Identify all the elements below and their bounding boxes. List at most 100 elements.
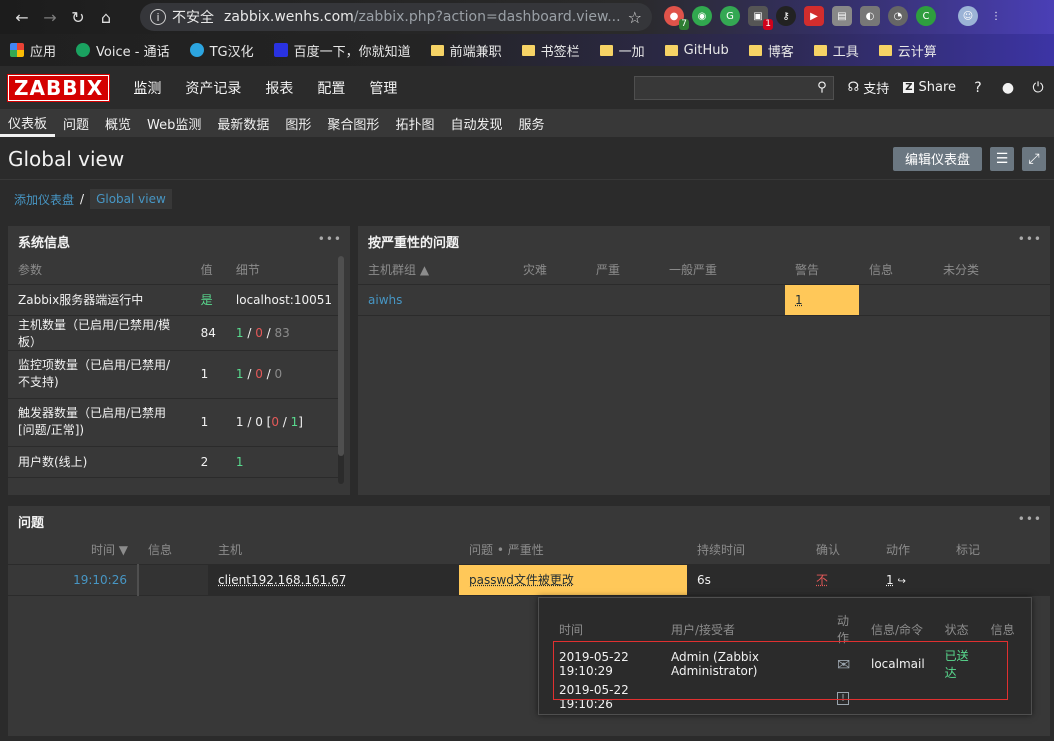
- bookmarks-bar: 应用 Voice - 通话 TG汉化 百度一下，你就知道 前端兼职 书签栏 一加…: [0, 34, 1054, 66]
- support-link[interactable]: ☊ 支持: [848, 78, 890, 97]
- submenu-graphs[interactable]: 图形: [277, 110, 319, 137]
- submenu-overview[interactable]: 概览: [97, 110, 139, 137]
- problem-time[interactable]: 19:10:26: [8, 564, 139, 596]
- menu-configuration[interactable]: 配置: [305, 66, 357, 110]
- back-icon[interactable]: ←: [8, 3, 36, 31]
- browser-toolbar: ← → ↻ ⌂ i 不安全 zabbix.wenhs.com/zabbix.ph…: [0, 0, 1054, 34]
- menu-reports[interactable]: 报表: [253, 66, 305, 110]
- search-icon[interactable]: ⚲: [817, 80, 827, 95]
- bookmark-apps[interactable]: 应用: [10, 41, 56, 60]
- share-link[interactable]: Z Share: [903, 80, 956, 95]
- warning-count[interactable]: 1: [785, 284, 859, 316]
- folder-icon: [878, 44, 892, 56]
- empty-cell: [586, 284, 659, 316]
- url-text[interactable]: zabbix.wenhs.com/zabbix.php?action=dashb…: [224, 9, 621, 25]
- extension-card-icon[interactable]: ▤: [832, 6, 852, 26]
- extension-key-icon[interactable]: ⚷: [776, 6, 796, 26]
- bookmark-folder-tools[interactable]: 工具: [813, 41, 859, 60]
- submenu-maps[interactable]: 拓扑图: [387, 110, 442, 137]
- voice-icon: [76, 43, 91, 57]
- widget-title: 按严重性的问题: [368, 235, 460, 251]
- highlight-outline: [553, 641, 1008, 700]
- forward-icon[interactable]: →: [36, 3, 64, 31]
- column-header: 值: [190, 256, 226, 285]
- value-cell: 是: [190, 284, 226, 316]
- submenu-web[interactable]: Web监测: [139, 110, 209, 137]
- empty-cell: [659, 284, 785, 316]
- bookmark-folder-frontend[interactable]: 前端兼职: [430, 41, 502, 60]
- detail-cell: 1 / 0 [0 / 1]: [225, 398, 342, 447]
- scrollbar[interactable]: [338, 256, 344, 484]
- apps-icon: [10, 43, 24, 57]
- widget-menu-icon[interactable]: •••: [1018, 512, 1042, 526]
- search-input[interactable]: ⚲: [633, 75, 834, 100]
- actions-link[interactable]: 1 ↪: [876, 564, 946, 596]
- detail-cell: 1 / 0 / 83: [225, 315, 342, 351]
- bookmark-star-icon[interactable]: ☆: [628, 8, 642, 27]
- zabbix-logo[interactable]: ZABBIX: [6, 73, 111, 102]
- folder-icon: [664, 44, 678, 56]
- submenu-discovery[interactable]: 自动发现: [442, 110, 510, 137]
- profile-avatar[interactable]: ☺: [958, 6, 978, 26]
- edit-dashboard-button[interactable]: 编辑仪表盘: [892, 146, 982, 171]
- bookmark-tg[interactable]: TG汉化: [189, 41, 254, 60]
- widget-title: 系统信息: [18, 235, 71, 251]
- submenu-latest-data[interactable]: 最新数据: [209, 110, 277, 137]
- extension-color-icon[interactable]: ● 7: [664, 6, 689, 30]
- extension-box-icon[interactable]: ▣ 1: [748, 6, 773, 30]
- column-header-time[interactable]: 时间 ▼: [8, 536, 138, 565]
- widget-title: 问题: [18, 515, 45, 531]
- extension-c-icon[interactable]: C: [916, 6, 936, 26]
- extension-chat-icon[interactable]: ◉: [692, 6, 712, 26]
- column-header: 严重: [586, 256, 659, 285]
- extension-g-icon[interactable]: G: [720, 6, 740, 26]
- info-icon[interactable]: i: [150, 9, 166, 25]
- problem-name[interactable]: passwd文件被更改: [459, 564, 687, 596]
- bookmark-folder-cloud[interactable]: 云计算: [878, 41, 937, 60]
- menu-administration[interactable]: 管理: [357, 66, 409, 110]
- detail-cell: 1: [225, 446, 342, 478]
- widget-menu-icon[interactable]: •••: [1018, 232, 1042, 246]
- submenu-services[interactable]: 服务: [510, 110, 552, 137]
- bookmark-folder-oneplus[interactable]: 一加: [599, 41, 645, 60]
- menu-monitoring[interactable]: 监测: [121, 66, 173, 110]
- submenu-problems[interactable]: 问题: [55, 110, 97, 137]
- host-group-link[interactable]: aiwhs: [358, 284, 513, 316]
- bookmark-folder-blog[interactable]: 博客: [748, 41, 794, 60]
- fullscreen-icon[interactable]: ⤢: [1022, 146, 1046, 171]
- widget-menu-icon[interactable]: •••: [318, 232, 342, 246]
- table-row: 19:10:26 client192.168.161.67 passwd文件被更…: [8, 564, 1050, 596]
- value-cell: 1: [190, 398, 226, 447]
- menu-inventory[interactable]: 资产记录: [173, 66, 253, 110]
- breadcrumb-current[interactable]: Global view: [90, 189, 172, 209]
- logout-icon[interactable]: ⏻: [1030, 80, 1046, 96]
- reload-icon[interactable]: ↻: [64, 3, 92, 31]
- column-header: 动作: [876, 536, 946, 565]
- ack-link[interactable]: 不: [806, 564, 876, 596]
- column-header: 灾难: [513, 256, 586, 285]
- extension-gauge-icon[interactable]: ◔: [888, 6, 908, 26]
- menu-kebab-icon[interactable]: ⋮: [986, 6, 1006, 26]
- headset-icon: ☊: [847, 80, 860, 95]
- column-header: 问题 • 严重性: [459, 536, 687, 565]
- system-info-widget: 系统信息 ••• 参数 值 细节 Zabbix服务器端运行中 是 localho…: [8, 226, 350, 495]
- extension-bulb-icon[interactable]: ◐: [860, 6, 880, 26]
- host-link[interactable]: client192.168.161.67: [208, 564, 459, 596]
- folder-icon: [521, 44, 535, 56]
- breadcrumb-root[interactable]: 添加仪表盘: [14, 191, 74, 208]
- column-header-host-group[interactable]: 主机群组 ▲: [358, 256, 513, 285]
- extension-video-icon[interactable]: ▶: [804, 6, 824, 26]
- bookmark-folder-bar[interactable]: 书签栏: [521, 41, 580, 60]
- bookmark-baidu[interactable]: 百度一下，你就知道: [273, 41, 411, 60]
- bookmark-voice[interactable]: Voice - 通话: [76, 41, 170, 60]
- user-profile-icon[interactable]: ●: [1000, 80, 1016, 96]
- submenu-dashboard[interactable]: 仪表板: [0, 110, 56, 137]
- address-bar[interactable]: i 不安全 zabbix.wenhs.com/zabbix.php?action…: [140, 3, 652, 31]
- telegram-icon: [189, 43, 204, 57]
- help-icon[interactable]: ?: [970, 80, 986, 96]
- table-row: 触发器数量（已启用/已禁用 [问题/正常]) 1 1 / 0 [0 / 1]: [8, 398, 342, 447]
- submenu-screens[interactable]: 聚合图形: [319, 110, 387, 137]
- home-icon[interactable]: ⌂: [92, 3, 120, 31]
- bookmark-folder-github[interactable]: GitHub: [664, 43, 729, 58]
- menu-list-icon[interactable]: ☰: [990, 146, 1014, 171]
